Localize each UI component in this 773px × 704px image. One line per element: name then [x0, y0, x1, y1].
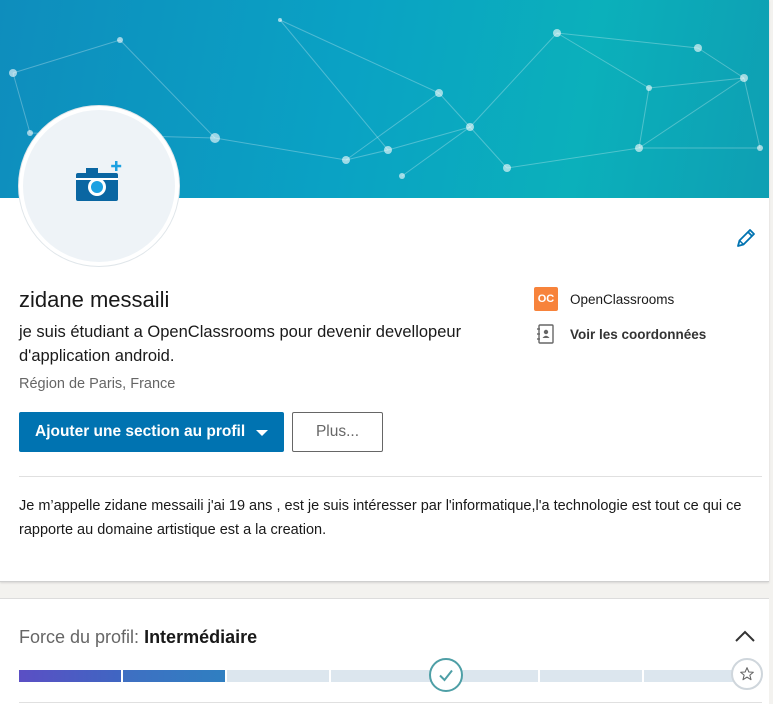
meter-segment	[123, 670, 226, 682]
profile-photo-placeholder[interactable]	[19, 106, 179, 266]
star-icon	[740, 667, 754, 681]
school-link-label: OpenClassrooms	[570, 291, 675, 307]
profile-strength-level: Intermédiaire	[144, 627, 258, 647]
meter-goal	[731, 658, 763, 690]
profile-strength-title: Force du profil: Intermédiaire	[19, 627, 257, 648]
contact-info-link[interactable]: Voir les coordonnées	[534, 321, 706, 347]
meter-segment	[331, 670, 434, 682]
meter-segment	[19, 670, 122, 682]
profile-page: zidane messaili je suis étudiant a OpenC…	[0, 0, 773, 704]
openclassrooms-logo-icon: OC	[534, 287, 558, 311]
add-profile-section-button[interactable]: Ajouter une section au profil	[19, 412, 284, 452]
add-profile-section-label: Ajouter une section au profil	[35, 423, 246, 440]
school-link[interactable]: OC OpenClassrooms	[534, 286, 706, 312]
profile-location: Région de Paris, France	[19, 376, 176, 392]
profile-strength-meter	[19, 670, 746, 682]
meter-segment	[539, 670, 642, 682]
profile-strength-card: Force du profil: Intermédiaire	[0, 598, 769, 704]
profile-side-links: OC OpenClassrooms Voir les coordonnées	[534, 286, 706, 356]
checkmark-icon	[439, 669, 453, 682]
camera-add-icon	[76, 161, 122, 201]
profile-name: zidane messaili	[19, 287, 170, 312]
profile-summary: Je m’appelle zidane messaili j'ai 19 ans…	[19, 498, 742, 538]
contact-info-label: Voir les coordonnées	[570, 326, 707, 342]
chevron-up-icon[interactable]	[734, 629, 756, 643]
card-divider	[19, 702, 762, 703]
meter-checkpoint	[429, 658, 463, 692]
profile-headline: je suis étudiant a OpenClassrooms pour d…	[19, 323, 462, 365]
profile-top-card: zidane messaili je suis étudiant a OpenC…	[0, 0, 769, 582]
address-book-icon	[537, 324, 554, 344]
pencil-icon[interactable]	[734, 226, 758, 250]
meter-segment	[227, 670, 330, 682]
profile-strength-prefix: Force du profil:	[19, 627, 145, 647]
more-button[interactable]: Plus...	[292, 412, 383, 452]
section-divider	[19, 476, 762, 477]
caret-down-icon	[256, 430, 268, 436]
